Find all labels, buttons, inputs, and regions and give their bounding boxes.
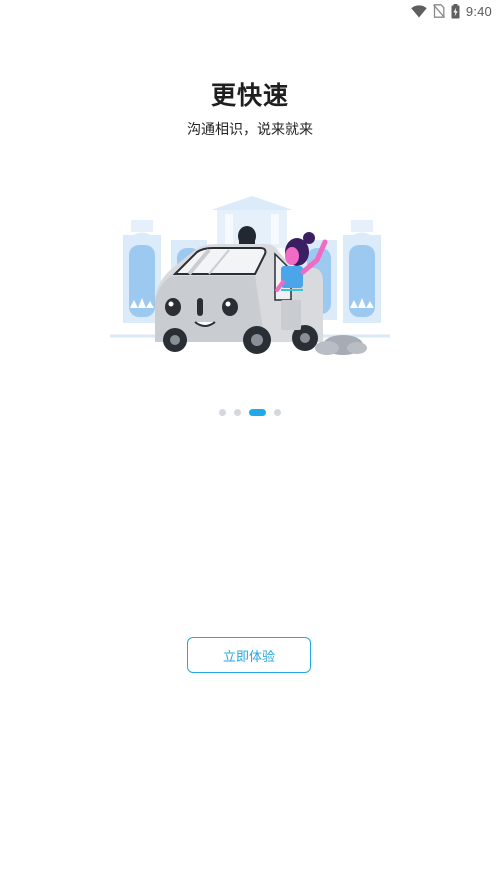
battery-charging-icon <box>451 3 460 19</box>
page-dot[interactable] <box>234 409 241 416</box>
status-bar: 9:40 <box>0 0 500 22</box>
no-sim-icon <box>432 4 445 18</box>
wifi-icon <box>411 4 427 18</box>
status-time: 9:40 <box>465 3 492 19</box>
try-now-button[interactable]: 立即体验 <box>187 637 311 673</box>
page-dot[interactable] <box>274 409 281 416</box>
page-dot-active[interactable] <box>249 409 266 416</box>
page-dot[interactable] <box>219 409 226 416</box>
page-indicator <box>0 409 500 416</box>
page-subtitle: 沟通相识，说来就来 <box>187 122 313 138</box>
status-icons: 9:40 <box>411 2 492 20</box>
page-title: 更快速 <box>210 81 289 110</box>
onboarding-illustration <box>105 190 395 365</box>
